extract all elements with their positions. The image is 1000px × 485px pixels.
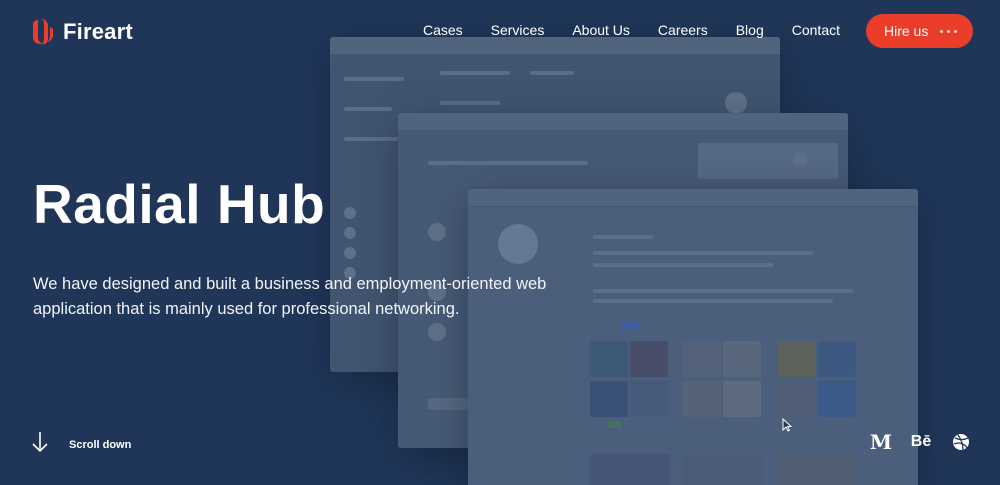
medium-icon[interactable]: M <box>869 430 893 454</box>
more-dots-icon <box>940 30 957 33</box>
logo[interactable]: Fireart <box>31 17 133 47</box>
main-nav: Cases Services About Us Careers Blog Con… <box>423 22 840 38</box>
hire-us-button[interactable]: Hire us <box>866 14 973 48</box>
mouse-cursor-icon <box>782 417 793 437</box>
scroll-down-label: Scroll down <box>69 438 132 451</box>
background-screenshot-3 <box>468 189 918 485</box>
brand-name: Fireart <box>63 19 133 44</box>
fireart-logo-icon <box>31 17 55 47</box>
behance-icon[interactable]: Bē <box>909 431 933 453</box>
site-header: Fireart Cases Services About Us Careers … <box>0 0 1000 62</box>
hero-title: Radial Hub <box>33 173 326 235</box>
nav-about-us[interactable]: About Us <box>572 22 630 38</box>
page: Fireart Cases Services About Us Careers … <box>0 0 1000 485</box>
hero-description: We have designed and built a business an… <box>33 275 547 318</box>
hire-us-label: Hire us <box>884 23 929 39</box>
nav-cases[interactable]: Cases <box>423 22 463 38</box>
dribbble-icon[interactable] <box>949 431 973 453</box>
arrow-down-icon <box>31 431 49 458</box>
nav-contact[interactable]: Contact <box>792 22 840 38</box>
nav-careers[interactable]: Careers <box>658 22 708 38</box>
scroll-down-link[interactable]: Scroll down <box>31 431 131 458</box>
nav-blog[interactable]: Blog <box>736 22 764 38</box>
nav-services[interactable]: Services <box>491 22 545 38</box>
social-links: M Bē <box>869 430 973 454</box>
